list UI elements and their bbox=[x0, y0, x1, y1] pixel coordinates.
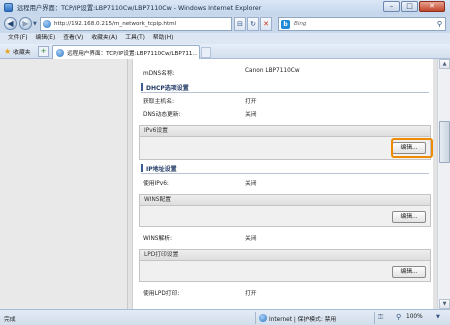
status-text: 完成 bbox=[4, 317, 16, 323]
ipv6-edit-highlight bbox=[391, 138, 433, 158]
menu-file[interactable]: 文件(F) bbox=[0, 33, 31, 44]
window-controls: – □ ✕ bbox=[382, 1, 445, 13]
scroll-up-icon[interactable]: ▲ bbox=[439, 59, 450, 69]
ip-address-divider bbox=[141, 173, 429, 174]
forward-button[interactable]: ▶ bbox=[19, 17, 32, 30]
address-field[interactable]: http://192.168.0.215/m_network_tcpip.htm… bbox=[40, 17, 232, 31]
search-input[interactable]: b Bing ⚲ bbox=[278, 17, 446, 31]
url-text: http://192.168.0.215/m_network_tcpip.htm… bbox=[54, 21, 177, 27]
wins-settings-box: WINS配置 编辑... bbox=[139, 194, 431, 227]
zoom-dropdown-icon[interactable]: ▼ bbox=[436, 314, 440, 320]
stop-icon[interactable]: ✕ bbox=[260, 17, 272, 31]
title-bar: 远程用户界面：TCP/IP设置:LBP7110Cw/LBP7110Cw - Wi… bbox=[0, 0, 450, 15]
zoom-level[interactable]: 100% bbox=[406, 314, 423, 320]
protected-mode-icon: ⚿ bbox=[378, 313, 384, 321]
close-button[interactable]: ✕ bbox=[419, 1, 445, 12]
vertical-scrollbar[interactable]: ▲ ▼ bbox=[437, 59, 450, 309]
lpd-settings-box: LPD打印设置 编辑... bbox=[139, 249, 431, 282]
favorites-button[interactable]: ★ 收藏夹 bbox=[4, 46, 31, 57]
history-dropdown-icon[interactable]: ▼ bbox=[33, 21, 37, 27]
ie-app-icon bbox=[4, 3, 13, 12]
settings-content: mDNS名称: Canon LBP7110Cw DHCP选项设置 获取主机名: … bbox=[132, 59, 433, 309]
tab-label: 远程用户界面：TCP/IP设置:LBP7110Cw/LBP711... bbox=[67, 51, 197, 57]
get-host-label: 获取主机名: bbox=[143, 99, 174, 105]
dns-dynamic-label: DNS动态更新: bbox=[143, 112, 181, 118]
new-tab-button[interactable] bbox=[201, 47, 211, 58]
wins-box-title: WINS配置 bbox=[140, 195, 430, 206]
security-zone-text: Internet | 保护模式: 禁用 bbox=[269, 317, 337, 323]
back-button[interactable]: ◀ bbox=[4, 17, 17, 30]
menu-favorites[interactable]: 收藏夹(A) bbox=[87, 33, 121, 44]
compatibility-view-icon[interactable]: ⊟ bbox=[234, 17, 246, 31]
tab-page-icon bbox=[56, 49, 64, 57]
minimize-button[interactable]: – bbox=[383, 1, 400, 12]
search-placeholder: Bing bbox=[294, 21, 307, 27]
favorites-label: 收藏夹 bbox=[13, 50, 31, 56]
wins-edit-button[interactable]: 编辑... bbox=[392, 211, 426, 223]
ipv6-settings-box: IPv6设置 编辑... bbox=[139, 125, 431, 160]
ip-address-section-marker bbox=[141, 164, 143, 172]
scroll-down-icon[interactable]: ▼ bbox=[439, 299, 450, 309]
menu-edit[interactable]: 编辑(E) bbox=[31, 33, 59, 44]
maximize-button[interactable]: □ bbox=[401, 1, 418, 12]
address-tools: ⊟ ↻ ✕ bbox=[234, 17, 273, 31]
page-icon bbox=[43, 20, 51, 28]
page-viewport: mDNS名称: Canon LBP7110Cw DHCP选项设置 获取主机名: … bbox=[0, 59, 450, 309]
use-ipv6-label: 使用IPv6: bbox=[143, 181, 169, 187]
refresh-icon[interactable]: ↻ bbox=[247, 17, 259, 31]
dhcp-divider bbox=[141, 92, 429, 93]
status-divider-2 bbox=[374, 312, 375, 324]
star-icon: ★ bbox=[4, 47, 12, 56]
mdns-value: Canon LBP7110Cw bbox=[245, 68, 300, 74]
zoom-icon[interactable]: ⚲ bbox=[396, 313, 401, 321]
get-host-value: 打开 bbox=[245, 99, 257, 105]
wins-resolve-value: 关闭 bbox=[245, 236, 257, 242]
dns-dynamic-value: 关闭 bbox=[245, 112, 257, 118]
menu-view[interactable]: 查看(V) bbox=[59, 33, 87, 44]
dhcp-section-marker bbox=[141, 83, 143, 91]
menu-bar: 文件(F) 编辑(E) 查看(V) 收藏夹(A) 工具(T) 帮助(H) bbox=[0, 33, 450, 44]
left-menu-pane bbox=[0, 59, 128, 309]
dhcp-section-title: DHCP选项设置 bbox=[146, 85, 189, 92]
status-divider bbox=[255, 312, 256, 324]
mdns-label: mDNS名称: bbox=[143, 71, 175, 77]
browser-window: 远程用户界面：TCP/IP设置:LBP7110Cw/LBP7110Cw - Wi… bbox=[0, 0, 450, 325]
use-lpd-value: 打开 bbox=[245, 291, 257, 297]
favorites-bar: ★ 收藏夹 + 远程用户界面：TCP/IP设置:LBP7110Cw/LBP711… bbox=[0, 44, 450, 59]
lpd-edit-button[interactable]: 编辑... bbox=[392, 266, 426, 278]
search-icon[interactable]: ⚲ bbox=[437, 20, 442, 28]
address-row: ◀ ▶ ▼ http://192.168.0.215/m_network_tcp… bbox=[0, 15, 450, 33]
use-ipv6-value: 关闭 bbox=[245, 181, 257, 187]
tab-current[interactable]: 远程用户界面：TCP/IP设置:LBP7110Cw/LBP711... bbox=[52, 45, 200, 59]
status-bar: 完成 Internet | 保护模式: 禁用 ⚿ ⚲ 100% ▼ bbox=[0, 309, 450, 325]
ip-address-section-title: IP地址设置 bbox=[146, 166, 177, 173]
ipv6-box-title: IPv6设置 bbox=[140, 126, 430, 137]
scroll-thumb[interactable] bbox=[439, 121, 450, 163]
lpd-box-title: LPD打印设置 bbox=[140, 250, 430, 261]
window-title: 远程用户界面：TCP/IP设置:LBP7110Cw/LBP7110Cw - Wi… bbox=[17, 5, 262, 12]
wins-resolve-label: WINS解析: bbox=[143, 236, 173, 242]
add-favorite-icon[interactable]: + bbox=[38, 46, 49, 57]
menu-tools[interactable]: 工具(T) bbox=[121, 33, 149, 44]
menu-help[interactable]: 帮助(H) bbox=[149, 33, 177, 44]
bing-icon: b bbox=[281, 20, 290, 29]
internet-zone-icon bbox=[259, 314, 267, 322]
use-lpd-label: 使用LPD打印: bbox=[143, 291, 180, 297]
